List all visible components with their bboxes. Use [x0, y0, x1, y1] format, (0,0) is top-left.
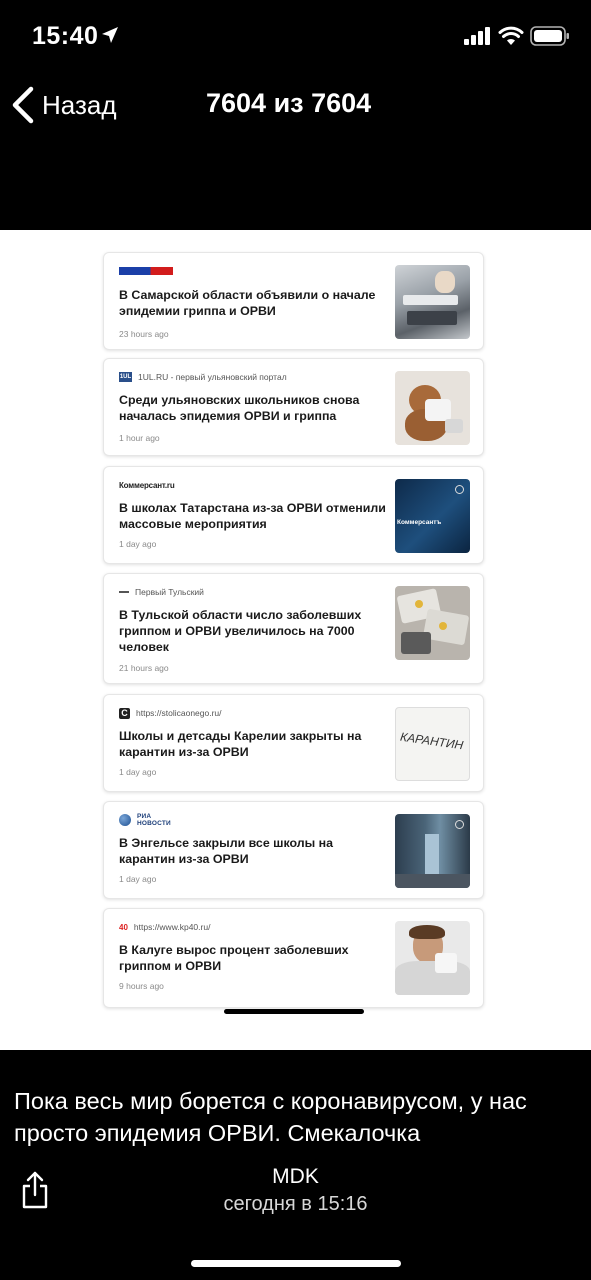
news-thumbnail [395, 586, 470, 660]
news-source: 40 https://www.kp40.ru/ [119, 922, 211, 932]
post-photo[interactable]: В Самарской области объявили о начале эп… [0, 230, 591, 1050]
stolica-onego-logo: C [119, 707, 130, 719]
news-title: В Калуге вырос процент заболевших гриппо… [119, 943, 349, 973]
wifi-icon [498, 26, 524, 45]
back-button[interactable]: Назад [10, 84, 117, 126]
news-time: 23 hours ago [119, 329, 169, 339]
news-time: 1 hour ago [119, 433, 160, 443]
video-indicator-icon [455, 485, 464, 494]
cellular-signal-icon [464, 27, 490, 45]
post-caption: Пока весь мир борется с коронавирусом, у… [14, 1088, 527, 1146]
location-arrow-icon [102, 27, 118, 43]
news-source: 1UL 1UL.RU - первый ульяновский портал [119, 372, 287, 382]
post-author: MDK [272, 1165, 319, 1188]
status-time: 15:40 [32, 22, 99, 50]
video-indicator-icon [455, 820, 464, 829]
news-title: Среди ульяновских школьников снова начал… [119, 393, 360, 423]
news-time: 1 day ago [119, 767, 157, 777]
news-card: В Самарской области объявили о начале эп… [103, 252, 484, 350]
back-label: Назад [42, 89, 117, 120]
news-time: 1 day ago [119, 874, 157, 884]
photo-home-indicator [224, 1009, 364, 1014]
news-title: В Тульской области число заболевших грип… [119, 608, 362, 654]
news-time: 1 day ago [119, 539, 157, 549]
news-time: 21 hours ago [119, 663, 169, 673]
news-thumbnail [395, 814, 470, 888]
news-thumbnail: КАРАНТИН [395, 707, 470, 781]
news-card: C https://stolicaonego.ru/ Школы и детса… [103, 694, 484, 792]
1ul-logo: 1UL [119, 372, 132, 382]
news-source: Первый Тульский [119, 586, 204, 598]
news-title: В Энгельсе закрыли все школы на карантин… [119, 836, 334, 866]
kommersant-logo: Коммерсант.ru [119, 480, 175, 490]
news-source: Коммерсант.ru [119, 479, 175, 491]
nav-title: 7604 из 7604 [206, 88, 372, 118]
home-indicator [191, 1260, 401, 1267]
battery-icon [530, 26, 569, 46]
chevron-left-icon [12, 86, 34, 124]
news-card: Первый Тульский В Тульской области число… [103, 573, 484, 684]
news-source [119, 265, 179, 277]
news-card: РИА НОВОСТИ В Энгельсе закрыли все школы… [103, 801, 484, 899]
news-thumbnail [395, 921, 470, 995]
news-time: 9 hours ago [119, 981, 164, 991]
news-title: В Самарской области объявили о начале эп… [119, 288, 376, 318]
news-thumbnail [395, 371, 470, 445]
news-card: Коммерсант.ru В школах Татарстана из-за … [103, 466, 484, 564]
post-date: сегодня в 15:16 [223, 1193, 368, 1215]
ria-novosti-logo [119, 814, 131, 826]
news-card: 40 https://www.kp40.ru/ В Калуге вырос п… [103, 908, 484, 1008]
news-thumbnail: Коммерсантъ [395, 479, 470, 553]
pervy-tulsky-logo [119, 591, 129, 593]
news-title: Школы и детсады Карелии закрыты на каран… [119, 729, 362, 759]
kp40-logo: 40 [119, 922, 128, 932]
news-title: В школах Татарстана из-за ОРВИ отменили … [119, 501, 386, 531]
news-source: РИА НОВОСТИ [119, 813, 171, 827]
status-bar: 15:40 [0, 0, 591, 70]
news-thumbnail [395, 265, 470, 339]
news-card: 1UL 1UL.RU - первый ульяновский портал С… [103, 358, 484, 456]
news-source: C https://stolicaonego.ru/ [119, 707, 222, 719]
rossiya-samara-logo [119, 267, 173, 275]
